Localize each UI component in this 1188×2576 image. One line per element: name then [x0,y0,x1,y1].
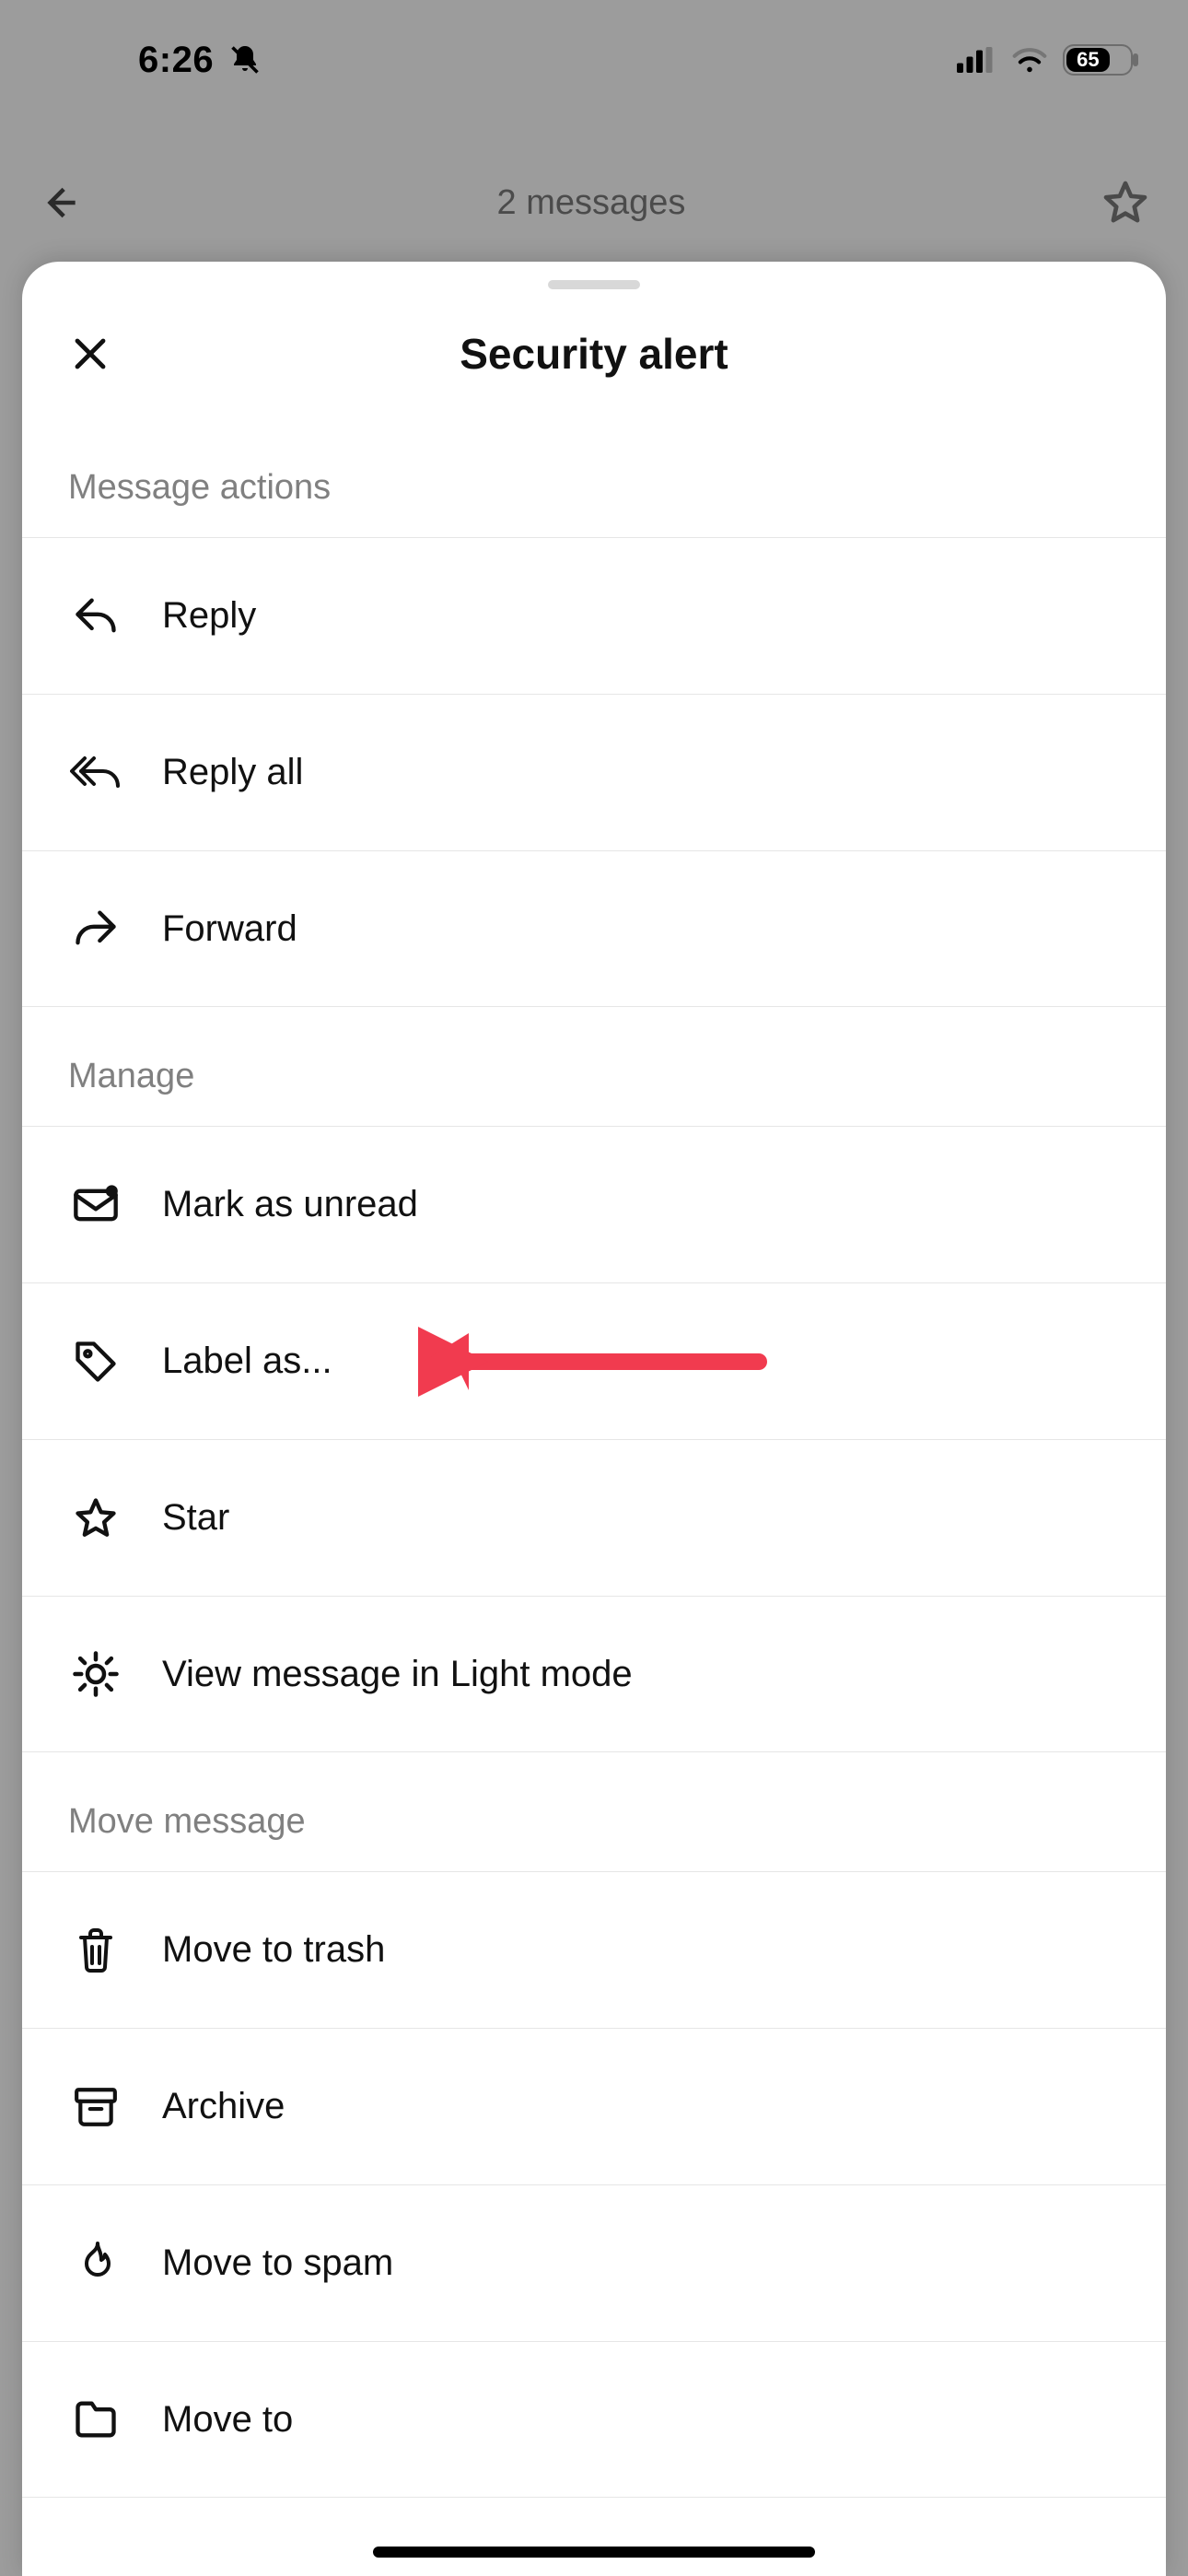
back-arrow-icon[interactable] [37,180,83,226]
close-button[interactable] [68,332,112,376]
row-label: Move to [162,2399,293,2441]
row-light-mode[interactable]: View message in Light mode [22,1596,1166,1752]
sheet-grabber[interactable] [548,280,640,289]
folder-icon [68,2399,123,2440]
row-move-trash[interactable]: Move to trash [22,1871,1166,2028]
row-forward[interactable]: Forward [22,850,1166,1007]
trash-icon [68,1926,123,1974]
star-icon [68,1494,123,1542]
star-outline-icon[interactable] [1100,177,1151,228]
status-left: 6:26 [138,40,262,81]
sheet-header: Security alert [22,289,1166,418]
status-right: 65 [956,44,1133,76]
cellular-icon [956,47,996,73]
forward-icon [68,905,123,953]
row-move-spam[interactable]: Move to spam [22,2184,1166,2341]
reply-icon [68,592,123,640]
sun-icon [68,1649,123,1699]
tag-icon [68,1338,123,1386]
bell-off-icon [228,43,262,76]
wifi-icon [1011,47,1048,73]
row-mark-unread[interactable]: Mark as unread [22,1126,1166,1282]
sheet-title: Security alert [460,329,728,379]
row-label: Star [162,1497,229,1539]
group-move: Move to trash Archive Move to spam Move … [22,1871,1166,2498]
row-reply[interactable]: Reply [22,537,1166,694]
archive-icon [68,2085,123,2129]
row-label: Reply all [162,752,303,793]
mail-unread-icon [68,1185,123,1225]
row-label: Move to trash [162,1929,385,1971]
row-label: Mark as unread [162,1184,418,1225]
conversation-nav-bar: 2 messages [0,157,1188,249]
row-label-as[interactable]: Label as... [22,1282,1166,1439]
home-indicator [373,2547,815,2558]
row-label: Reply [162,595,256,637]
row-label: Move to spam [162,2242,393,2284]
row-reply-all[interactable]: Reply all [22,694,1166,850]
row-archive[interactable]: Archive [22,2028,1166,2184]
annotation-arrow [418,1320,768,1403]
group-message-actions: Reply Reply all Forward [22,537,1166,1007]
group-manage: Mark as unread Label as... Star View mes… [22,1126,1166,1752]
row-label: Label as... [162,1341,332,1382]
section-label-manage: Manage [22,1007,1166,1126]
action-sheet: Security alert Message actions Reply Rep… [22,262,1166,2576]
status-bar: 6:26 65 [0,0,1188,120]
spam-icon [68,2240,123,2288]
row-label: Archive [162,2086,285,2127]
clock: 6:26 [138,40,214,81]
conversation-count: 2 messages [497,183,686,223]
row-move-to[interactable]: Move to [22,2341,1166,2498]
section-label-message-actions: Message actions [22,418,1166,537]
battery-percent: 65 [1077,48,1099,72]
row-label: View message in Light mode [162,1654,633,1695]
row-label: Forward [162,908,297,950]
section-label-move: Move message [22,1752,1166,1871]
row-star[interactable]: Star [22,1439,1166,1596]
reply-all-icon [68,749,123,797]
battery-indicator: 65 [1063,44,1133,76]
